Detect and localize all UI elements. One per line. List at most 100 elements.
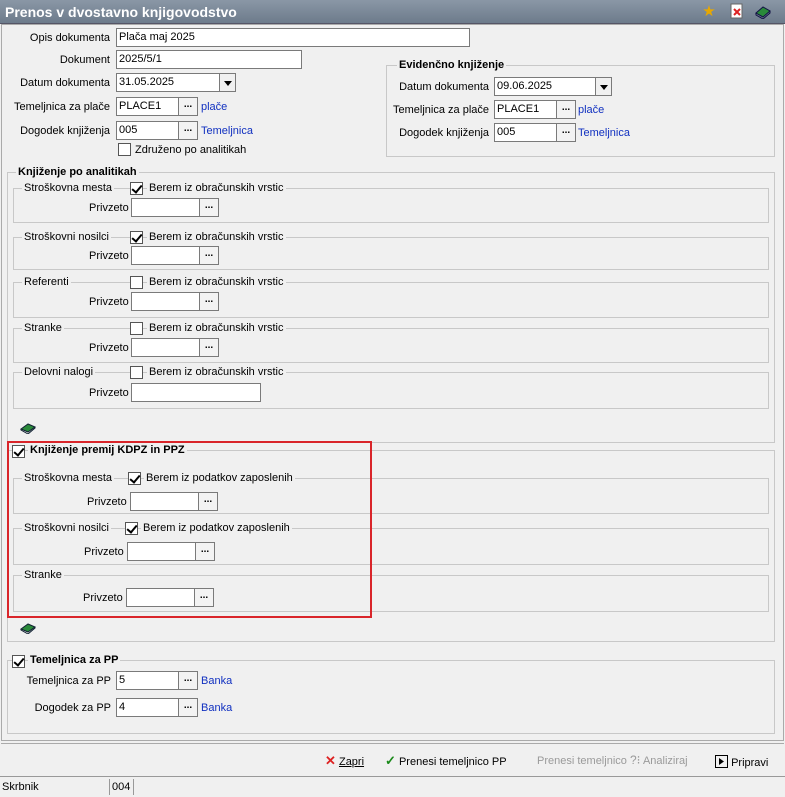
dogodek-browse-button[interactable]: ...: [178, 121, 198, 140]
pp-dogodek-browse-button[interactable]: ...: [178, 698, 198, 717]
privzeto-input[interactable]: [131, 246, 200, 265]
favorite-star-icon[interactable]: ★: [700, 3, 718, 21]
pp-temeljnica-browse-button[interactable]: ...: [178, 671, 198, 690]
analitika-berem-label: Berem iz obračunskih vrstic: [147, 366, 286, 378]
evidencno-title: Evidenčno knjiženje: [397, 59, 507, 71]
analitika-berem-checkbox[interactable]: [130, 276, 143, 289]
dokument-label: Dokument: [59, 54, 110, 66]
analitika-label: Stroškovna mesta: [22, 182, 115, 194]
temeljnica-input[interactable]: PLACE1: [116, 97, 179, 116]
privzeto-input[interactable]: [131, 292, 200, 311]
analitika-berem-label: Berem iz obračunskih vrstic: [147, 182, 286, 194]
evid-dogodek-browse-button[interactable]: ...: [556, 123, 576, 142]
analitike-group: Knjiženje po analitikah Stroškovna mesta…: [7, 166, 775, 443]
dokument-input[interactable]: 2025/5/1: [116, 50, 302, 69]
analiziraj-label: Analiziraj: [642, 755, 688, 767]
analitika-berem-checkbox[interactable]: [130, 231, 143, 244]
highlight-frame: [7, 441, 372, 618]
analitika-label: Referenti: [22, 276, 71, 288]
privzeto-browse-button[interactable]: ...: [199, 246, 219, 265]
temeljnica-link[interactable]: plače: [201, 101, 227, 113]
pripravi-label: Pripravi: [731, 757, 769, 769]
main-window: Prenos v dvostavno knjigovodstvo ★ Opis …: [0, 0, 785, 797]
privzeto-input[interactable]: [131, 383, 261, 402]
datum-input[interactable]: 31.05.2025: [116, 73, 220, 92]
privzeto-browse-button[interactable]: ...: [199, 338, 219, 357]
analitika-stroskovni-nosilci: Stroškovni nosilci Berem iz obračunskih …: [13, 231, 769, 270]
pripravi-button[interactable]: Pripravi: [715, 753, 768, 769]
close-icon: ✕: [325, 753, 336, 768]
evid-dogodek-input[interactable]: 005: [494, 123, 557, 142]
analitika-berem-label: Berem iz obračunskih vrstic: [147, 276, 286, 288]
privzeto-label: Privzeto: [89, 342, 129, 354]
zdruzeno-checkbox[interactable]: [118, 143, 131, 156]
privzeto-label: Privzeto: [89, 250, 129, 262]
analitika-delovni-nalogi: Delovni nalogi Berem iz obračunskih vrst…: [13, 366, 769, 409]
status-user: Skrbnik: [0, 779, 110, 795]
pp-title: Temeljnica za PP: [28, 654, 121, 666]
analitika-label: Stranke: [22, 322, 64, 334]
book-help-icon[interactable]: [754, 3, 772, 21]
pp-dogodek-link[interactable]: Banka: [201, 702, 232, 714]
dogodek-input[interactable]: 005: [116, 121, 179, 140]
analyze-icon: ?⁝: [630, 753, 641, 767]
datum-label: Datum dokumenta: [20, 77, 110, 89]
pp-dogodek-input[interactable]: 4: [116, 698, 179, 717]
datum-dropdown-button[interactable]: [219, 73, 236, 92]
zapri-button[interactable]: ✕ Zapri: [325, 753, 364, 769]
analiziraj-button[interactable]: ?⁝ Analiziraj: [630, 753, 688, 767]
pp-dogodek-label: Dogodek za PP: [34, 702, 111, 714]
analitika-berem-checkbox[interactable]: [130, 182, 143, 195]
prenesi-pp-button[interactable]: ✓ Prenesi temeljnico PP: [385, 753, 507, 769]
analitika-label: Stroškovni nosilci: [22, 231, 111, 243]
evidencno-group: Evidenčno knjiženje Datum dokumenta 09.0…: [386, 59, 775, 157]
privzeto-browse-button[interactable]: ...: [199, 292, 219, 311]
evid-dogodek-label: Dogodek knjiženja: [399, 127, 489, 139]
evid-temeljnica-link[interactable]: plače: [578, 104, 604, 116]
privzeto-input[interactable]: [131, 198, 200, 217]
title-bar: Prenos v dvostavno knjigovodstvo ★: [0, 0, 785, 24]
close-document-icon[interactable]: [728, 3, 746, 21]
evid-temeljnica-input[interactable]: PLACE1: [494, 100, 557, 119]
prenesi-pp-label: Prenesi temeljnico PP: [398, 756, 507, 768]
analitika-stranke: Stranke Berem iz obračunskih vrstic Priv…: [13, 322, 769, 363]
zapri-label: Zapri: [338, 756, 365, 768]
evid-dogodek-link[interactable]: Temeljnica: [578, 127, 630, 139]
evid-datum-dropdown-button[interactable]: [595, 77, 612, 96]
book-icon[interactable]: [19, 422, 37, 435]
play-icon: [715, 755, 728, 768]
privzeto-label: Privzeto: [89, 296, 129, 308]
window-title: Prenos v dvostavno knjigovodstvo: [5, 4, 237, 20]
evid-temeljnica-browse-button[interactable]: ...: [556, 100, 576, 119]
pp-checkbox[interactable]: [12, 655, 25, 668]
dogodek-link[interactable]: Temeljnica: [201, 125, 253, 137]
pp-temeljnica-label: Temeljnica za PP: [26, 675, 111, 687]
dogodek-label: Dogodek knjiženja: [20, 125, 110, 137]
temeljnica-label: Temeljnica za plače: [14, 101, 110, 113]
pp-temeljnica-link[interactable]: Banka: [201, 675, 232, 687]
status-code: 004: [110, 779, 134, 795]
opis-input[interactable]: Plača maj 2025: [116, 28, 470, 47]
privzeto-browse-button[interactable]: ...: [199, 198, 219, 217]
analitika-referenti: Referenti Berem iz obračunskih vrstic Pr…: [13, 276, 769, 318]
analitika-label: Delovni nalogi: [22, 366, 96, 378]
evid-datum-label: Datum dokumenta: [399, 81, 489, 93]
analitika-berem-checkbox[interactable]: [130, 322, 143, 335]
zdruzeno-label: Združeno po analitikah: [135, 144, 247, 156]
form-panel: Opis dokumenta Plača maj 2025 Dokument 2…: [1, 24, 784, 741]
book-icon[interactable]: [19, 622, 37, 635]
analitika-berem-label: Berem iz obračunskih vrstic: [147, 322, 286, 334]
status-bar: Skrbnik 004: [0, 776, 785, 797]
analitika-berem-label: Berem iz obračunskih vrstic: [147, 231, 286, 243]
privzeto-label: Privzeto: [89, 387, 129, 399]
toolbar-divider: [1, 743, 784, 744]
analitika-stroskovna-mesta: Stroškovna mesta Berem iz obračunskih vr…: [13, 182, 769, 223]
prenesi-button[interactable]: Prenesi temeljnico: [537, 755, 627, 767]
analitika-berem-checkbox[interactable]: [130, 366, 143, 379]
analitike-title: Knjiženje po analitikah: [16, 166, 139, 178]
pp-temeljnica-input[interactable]: 5: [116, 671, 179, 690]
evid-temeljnica-label: Temeljnica za plače: [393, 104, 489, 116]
temeljnica-browse-button[interactable]: ...: [178, 97, 198, 116]
privzeto-input[interactable]: [131, 338, 200, 357]
evid-datum-input[interactable]: 09.06.2025: [494, 77, 596, 96]
